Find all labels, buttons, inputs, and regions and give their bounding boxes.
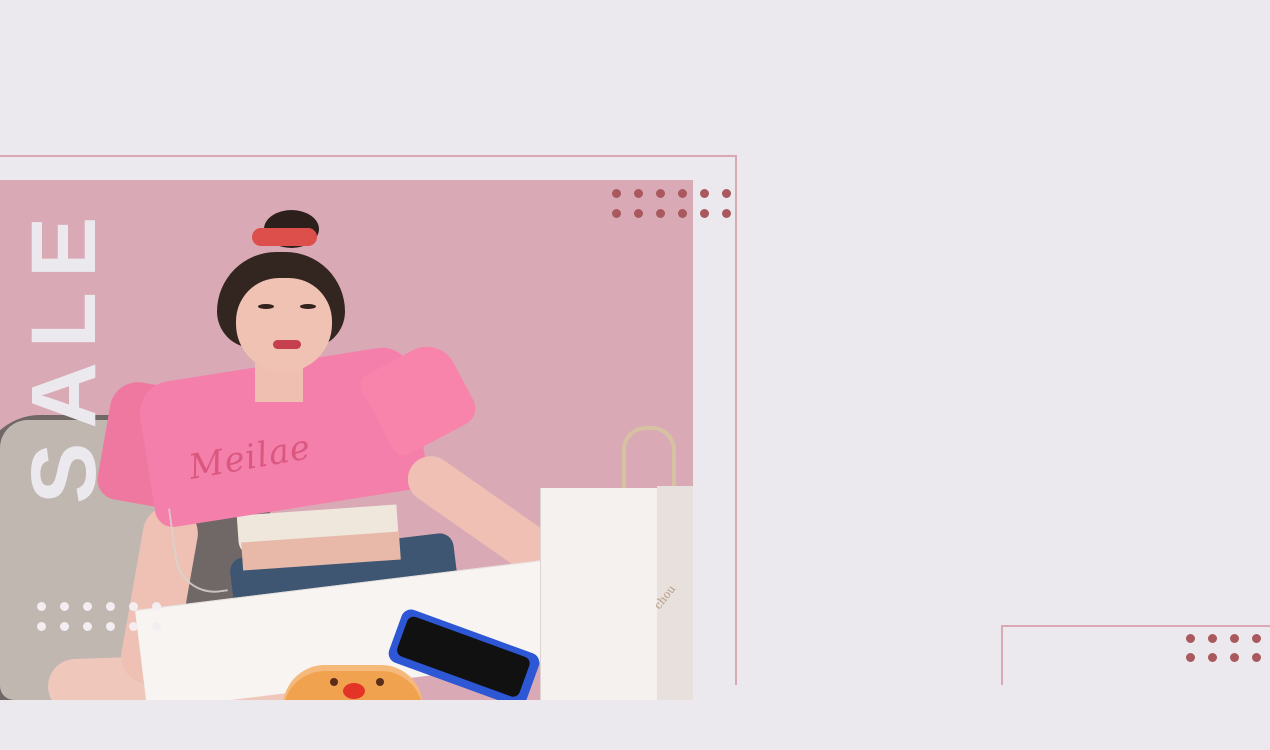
dot-grid-icon — [722, 209, 731, 218]
dot-grid-icon — [83, 622, 92, 631]
dot-grid-icon — [1230, 653, 1239, 662]
dot-grid-icon — [129, 602, 138, 611]
bottom-right-dots — [1186, 634, 1261, 664]
right-eye — [300, 304, 316, 309]
dot-grid-icon — [612, 189, 621, 198]
dot-grid-icon — [634, 189, 643, 198]
dot-grid-icon — [152, 622, 161, 631]
dot-grid-icon — [612, 209, 621, 218]
dot-grid-icon — [656, 209, 665, 218]
model-face — [236, 278, 332, 372]
dot-grid-icon — [700, 209, 709, 218]
dot-grid-icon — [634, 209, 643, 218]
cake-eye-right — [376, 678, 384, 686]
frame-top-line — [0, 155, 737, 157]
dot-grid-icon — [106, 602, 115, 611]
left-eye — [258, 304, 274, 309]
dot-grid-icon — [678, 209, 687, 218]
dot-grid-icon — [700, 189, 709, 198]
dot-grid-icon — [83, 602, 92, 611]
bottom-right-frame-left — [1001, 625, 1003, 685]
cake-eye-left — [330, 678, 338, 686]
red-lips — [273, 340, 301, 349]
bottom-right-frame-top — [1001, 625, 1270, 627]
dot-grid-icon — [1186, 634, 1195, 643]
dot-grid-icon — [106, 622, 115, 631]
dot-grid-icon — [1186, 653, 1195, 662]
dot-grid-icon — [60, 602, 69, 611]
dot-grid-icon — [60, 622, 69, 631]
dot-grid-icon — [1230, 634, 1239, 643]
sale-banner: Meilae chou SALE — [0, 0, 1270, 750]
dot-grid-icon — [678, 189, 687, 198]
dot-grid-icon — [1252, 653, 1261, 662]
red-scrunchie — [252, 228, 317, 246]
left-bottom-dots — [37, 602, 161, 632]
dot-grid-icon — [656, 189, 665, 198]
cake-nose — [343, 683, 365, 699]
dot-grid-icon — [129, 622, 138, 631]
dot-grid-icon — [1252, 634, 1261, 643]
dot-grid-icon — [37, 602, 46, 611]
dot-grid-icon — [152, 602, 161, 611]
sale-heading: SALE — [13, 202, 115, 504]
dot-grid-icon — [1208, 634, 1217, 643]
top-right-dots — [612, 189, 732, 219]
dot-grid-icon — [37, 622, 46, 631]
dot-grid-icon — [1208, 653, 1217, 662]
dot-grid-icon — [722, 189, 731, 198]
frame-right-line — [735, 155, 737, 685]
